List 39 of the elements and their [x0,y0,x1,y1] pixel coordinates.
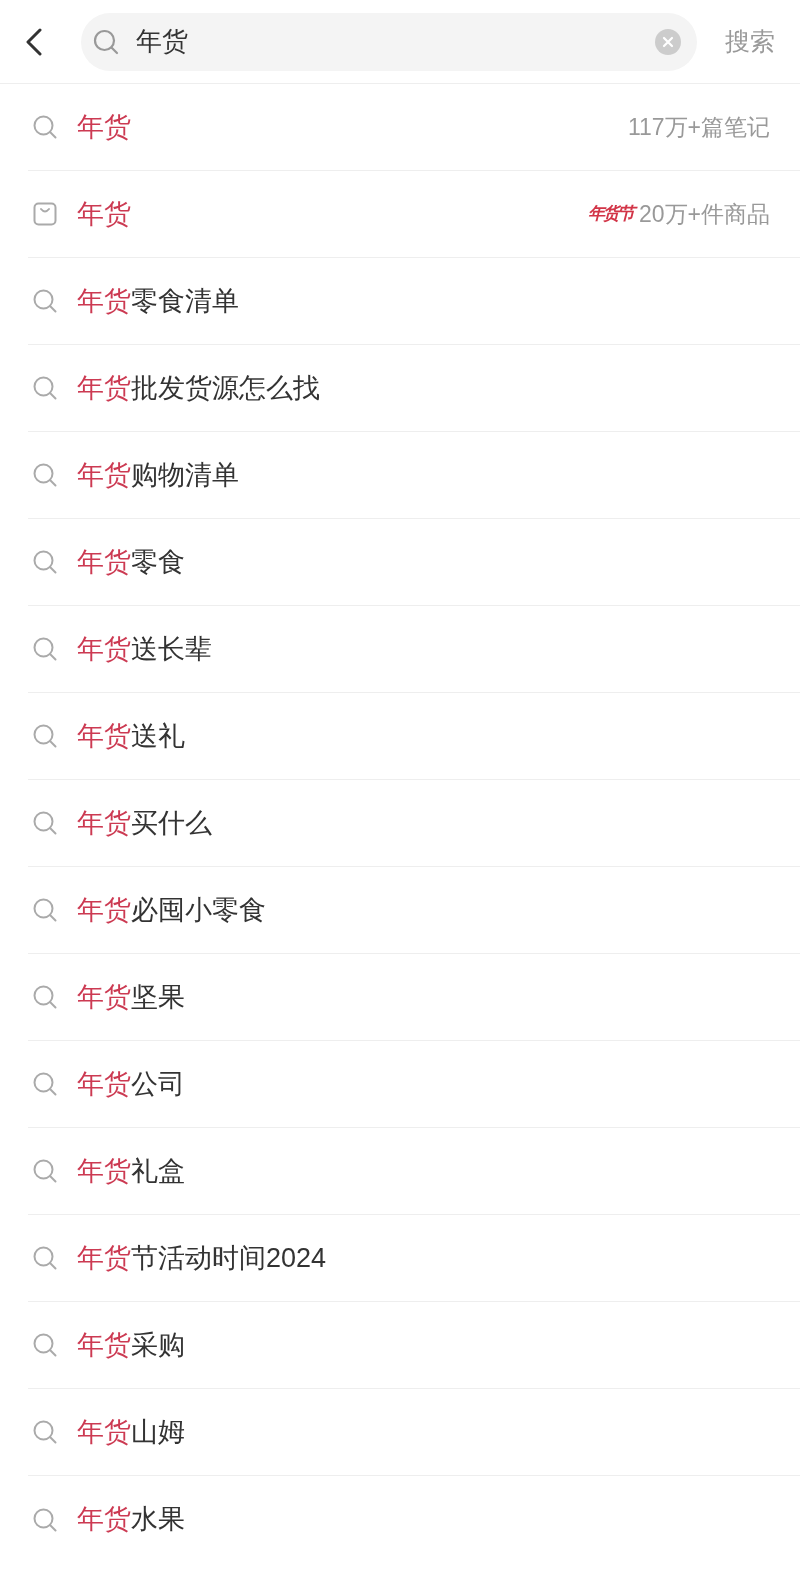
suggestion-link[interactable]: 年货 [77,106,131,148]
search-icon [33,1159,57,1183]
search-icon [33,811,57,835]
search-icon [33,376,57,400]
suggestion-link[interactable]: 年货批发货源怎么找 [77,367,320,409]
search-icon [33,463,57,487]
search-icon [33,724,57,748]
suggestion-link[interactable]: 年货采购 [77,1324,185,1366]
search-field[interactable]: 年货 [81,12,697,71]
product-count: 20万+件商品 [639,199,770,229]
suggestion-link[interactable]: 年货山姆 [77,1411,185,1453]
search-icon [33,289,57,313]
suggestion-link[interactable]: 年货坚果 [77,976,185,1018]
suggestion-link[interactable]: 年货零食清单 [77,280,239,322]
search-icon [33,550,57,574]
suggestion-link[interactable]: 年货零食 [77,541,185,583]
suggestion-link[interactable]: 年货送长辈 [77,628,212,670]
suggestion-link[interactable]: 年货 [77,193,131,235]
search-icon [33,1333,57,1357]
suggestion-link[interactable]: 年货水果 [77,1499,185,1540]
search-icon [93,28,119,55]
search-icon [33,1246,57,1270]
chevron-left-icon [25,27,43,56]
suggestion-link[interactable]: 年货送礼 [77,715,185,757]
shopping-bag-icon [33,202,57,226]
search-icon [33,1420,57,1444]
search-icon [33,115,57,139]
suggestion-link[interactable]: 年货公司 [77,1063,185,1105]
search-icon [33,1507,57,1532]
search-icon [33,985,57,1009]
suggestion-link[interactable]: 年货买什么 [77,802,212,844]
note-count: 117万+篇笔记 [627,112,770,142]
suggestion-link[interactable]: 年货必囤小零食 [77,889,266,931]
search-icon [33,1072,57,1096]
search-icon [33,637,57,661]
suggestion-link[interactable]: 年货礼盒 [77,1150,185,1192]
search-icon [33,898,57,922]
suggestion-link[interactable]: 年货购物清单 [77,454,239,496]
suggestion-link[interactable]: 年货节活动时间2024 [77,1237,327,1279]
